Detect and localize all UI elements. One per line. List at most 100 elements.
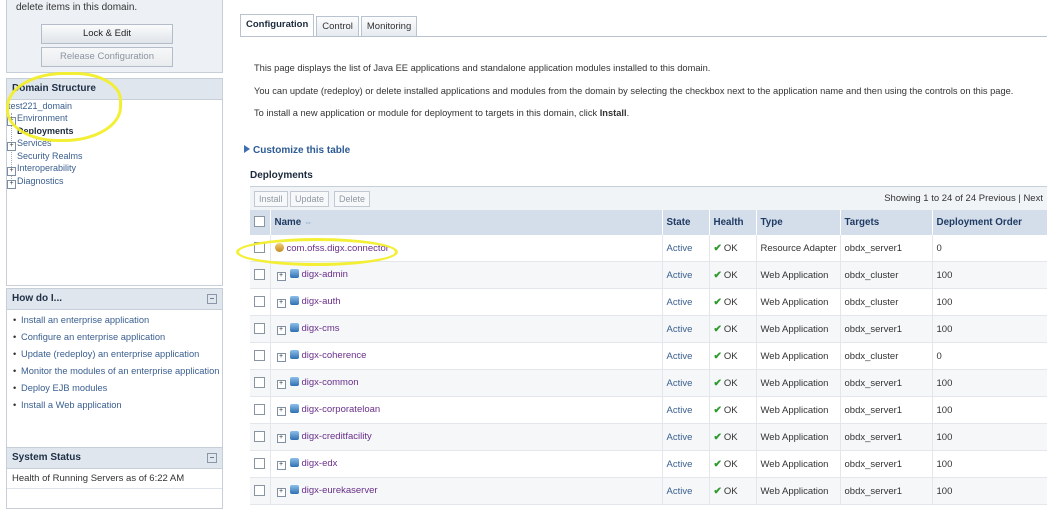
state-link[interactable]: Active: [667, 270, 693, 281]
tree-item-services[interactable]: + Services: [7, 138, 52, 151]
targets-cell: obdx_server1: [840, 450, 933, 478]
targets-cell: obdx_server1: [840, 235, 933, 262]
state-cell: Active: [662, 288, 710, 316]
type-cell: Web Application: [756, 423, 841, 451]
how-do-i-link[interactable]: Update (redeploy) an enterprise applicat…: [13, 348, 222, 360]
tree-root-link[interactable]: test221_domain: [8, 101, 72, 111]
expand-icon[interactable]: +: [7, 142, 16, 151]
expand-icon[interactable]: +: [276, 353, 286, 362]
deployments-table-body: com.ofss.digx.connector Active ✔ OK Resource…: [250, 235, 1047, 505]
how-do-i-link[interactable]: Configure an enterprise application: [13, 331, 222, 343]
tree-item-label[interactable]: Security Realms: [17, 151, 83, 161]
deployment-name-link[interactable]: digx-corporateloan: [302, 404, 381, 415]
state-link[interactable]: Active: [667, 324, 693, 335]
health-value: OK: [723, 242, 738, 254]
sort-icon[interactable]: ⇔: [304, 218, 312, 227]
row-checkbox[interactable]: [254, 484, 265, 496]
install-button[interactable]: Install: [254, 191, 288, 207]
how-do-i-link[interactable]: Install an enterprise application: [13, 314, 222, 326]
tree-item-label[interactable]: Diagnostics: [17, 176, 64, 186]
state-link[interactable]: Active: [667, 486, 693, 497]
expand-icon[interactable]: +: [7, 180, 16, 189]
tab-control[interactable]: Control: [316, 16, 359, 36]
collapse-icon[interactable]: –: [207, 453, 217, 463]
system-status-text: Health of Running Servers as of 6:22 AM: [7, 469, 222, 489]
release-configuration-button[interactable]: Release Configuration: [41, 47, 173, 67]
tree-item-interoperability[interactable]: + Interoperability: [7, 163, 76, 176]
state-link[interactable]: Active: [667, 432, 693, 443]
column-header-type[interactable]: Type: [756, 210, 841, 235]
deployment-name-link[interactable]: digx-eurekaserver: [302, 485, 378, 496]
column-header-health[interactable]: Health: [709, 210, 757, 235]
application-icon: [289, 323, 299, 332]
expand-icon[interactable]: +: [276, 488, 286, 497]
expand-icon[interactable]: +: [276, 461, 286, 470]
state-link[interactable]: Active: [667, 297, 693, 308]
column-header-deployment-order[interactable]: Deployment Order: [932, 210, 1047, 235]
tab-monitoring[interactable]: Monitoring: [360, 16, 418, 36]
state-link[interactable]: Active: [667, 351, 693, 362]
column-header-label[interactable]: Name: [275, 217, 302, 228]
how-do-i-link[interactable]: Install a Web application: [13, 399, 222, 411]
expand-icon[interactable]: +: [276, 326, 286, 335]
deployment-name-link[interactable]: digx-coherence: [302, 350, 367, 361]
tree-item-label[interactable]: Services: [17, 138, 52, 148]
column-header-state[interactable]: State: [662, 210, 710, 235]
delete-button[interactable]: Delete: [334, 191, 371, 207]
tab-configuration[interactable]: Configuration: [240, 14, 315, 36]
deployment-name-link[interactable]: digx-cms: [302, 323, 340, 334]
row-checkbox[interactable]: [254, 241, 265, 253]
row-checkbox[interactable]: [254, 457, 265, 469]
application-icon: [274, 242, 284, 252]
select-all-checkbox[interactable]: [254, 216, 265, 227]
application-icon: [289, 377, 299, 386]
row-checkbox[interactable]: [254, 295, 265, 307]
tree-item-diagnostics[interactable]: + Diagnostics: [7, 176, 64, 189]
row-checkbox[interactable]: [254, 349, 265, 361]
lock-edit-button[interactable]: Lock & Edit: [41, 24, 173, 44]
deployment-name-link[interactable]: digx-creditfacility: [302, 431, 372, 442]
state-link[interactable]: Active: [667, 243, 693, 254]
row-checkbox[interactable]: [254, 376, 265, 388]
expand-icon[interactable]: +: [276, 434, 286, 443]
health-cell: ✔ OK: [709, 396, 757, 424]
main-content: Configuration Control Monitoring This pa…: [234, 0, 1047, 505]
how-do-i-link[interactable]: Deploy EJB modules: [13, 382, 222, 394]
deployment-name-link[interactable]: digx-admin: [302, 269, 348, 280]
tree-item-label[interactable]: Environment: [17, 113, 68, 123]
state-link[interactable]: Active: [667, 378, 693, 389]
tree-item-label[interactable]: Deployments: [17, 126, 74, 136]
expand-icon[interactable]: +: [276, 299, 286, 308]
health-value: OK: [723, 458, 738, 470]
expand-icon[interactable]: +: [276, 272, 286, 281]
customize-table-label[interactable]: Customize this table: [253, 145, 350, 156]
update-button[interactable]: Update: [290, 191, 330, 207]
tree-root[interactable]: test221_domain: [8, 101, 72, 111]
row-checkbox[interactable]: [254, 268, 265, 280]
row-checkbox[interactable]: [254, 322, 265, 334]
expand-icon[interactable]: +: [7, 167, 16, 176]
deployment-name-link[interactable]: digx-edx: [302, 458, 338, 469]
column-header-name[interactable]: Name ⇔: [270, 210, 663, 235]
column-header-targets[interactable]: Targets: [840, 210, 933, 235]
deployment-name-link[interactable]: digx-common: [302, 377, 359, 388]
deployment-name-link[interactable]: com.ofss.digx.connector: [287, 243, 389, 254]
row-checkbox[interactable]: [254, 430, 265, 442]
order-cell: 100: [932, 423, 1047, 451]
collapse-icon[interactable]: –: [207, 294, 217, 304]
tree-item-security-realms[interactable]: Security Realms: [17, 151, 83, 161]
row-checkbox[interactable]: [254, 403, 265, 415]
tree-item-environment[interactable]: + Environment: [7, 113, 68, 126]
state-link[interactable]: Active: [667, 405, 693, 416]
tree-item-label[interactable]: Interoperability: [17, 163, 76, 173]
how-do-i-link[interactable]: Monitor the modules of an enterprise app…: [13, 365, 222, 377]
expand-icon[interactable]: +: [7, 117, 16, 126]
expand-icon[interactable]: +: [276, 380, 286, 389]
expand-icon[interactable]: +: [276, 407, 286, 416]
health-cell: ✔ OK: [709, 369, 757, 397]
paging-info[interactable]: Showing 1 to 24 of 24 Previous | Next: [884, 193, 1043, 204]
customize-table-link[interactable]: Customize this table: [244, 145, 350, 156]
deployment-name-link[interactable]: digx-auth: [302, 296, 341, 307]
state-link[interactable]: Active: [667, 459, 693, 470]
tree-item-deployments[interactable]: Deployments: [17, 126, 74, 136]
